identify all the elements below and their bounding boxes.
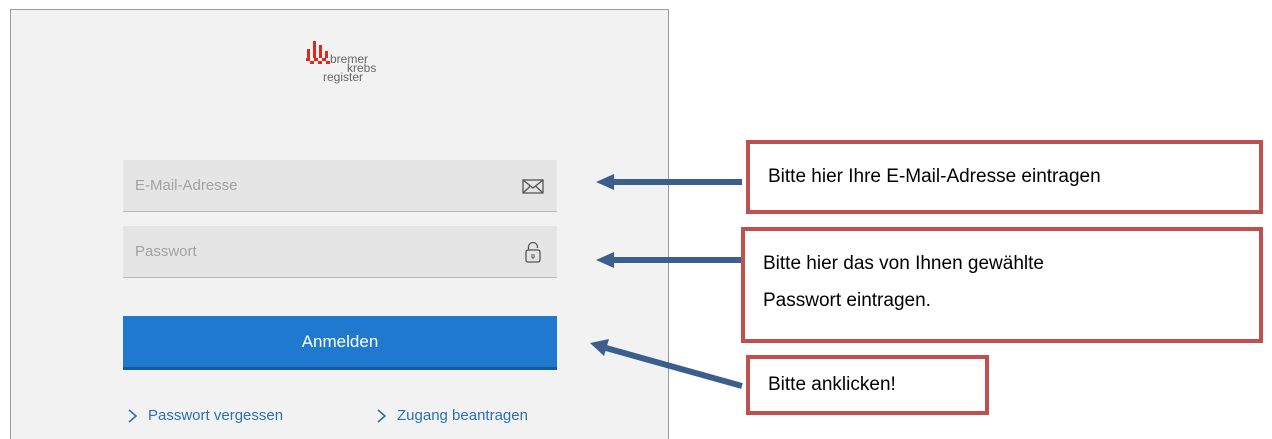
click-callout-text: Bitte anklicken! — [768, 374, 896, 395]
login-button[interactable]: Anmelden — [123, 316, 557, 370]
forgot-password-label: Passwort vergessen — [148, 407, 284, 424]
request-access-link[interactable]: Zugang beantragen — [375, 407, 528, 424]
logo-mark-icon — [306, 41, 330, 64]
email-callout-text: Bitte hier Ihre E-Mail-Adresse eintragen — [768, 166, 1101, 187]
email-input[interactable] — [123, 160, 515, 210]
forgot-password-link[interactable]: Passwort vergessen — [126, 407, 283, 424]
request-access-label: Zugang beantragen — [397, 407, 528, 424]
envelope-icon — [522, 179, 544, 194]
chevron-right-icon — [377, 408, 387, 423]
password-callout: Bitte hier das von Ihnen gewählte Passwo… — [741, 227, 1263, 343]
email-callout: Bitte hier Ihre E-Mail-Adresse eintragen — [746, 140, 1263, 214]
login-panel: bremer krebs register Anmelden Passwort … — [10, 9, 669, 439]
email-field[interactable] — [123, 160, 557, 212]
password-callout-line1: Bitte hier das von Ihnen gewählte — [763, 253, 1044, 274]
password-field[interactable] — [123, 226, 557, 278]
lock-icon — [525, 241, 541, 263]
chevron-right-icon — [128, 408, 138, 423]
password-callout-line2: Passwort eintragen. — [763, 290, 931, 311]
click-callout: Bitte anklicken! — [746, 355, 989, 415]
bremer-krebsregister-logo: bremer krebs register — [306, 37, 401, 97]
logo-text-register: register — [323, 70, 364, 84]
password-input[interactable] — [123, 226, 515, 276]
